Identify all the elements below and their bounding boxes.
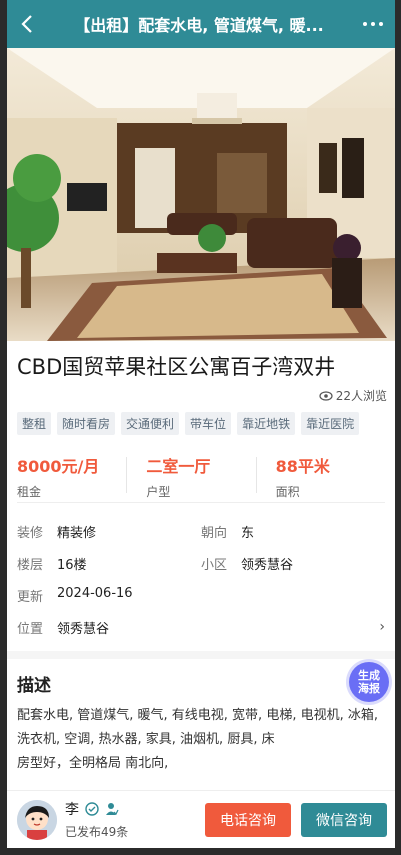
section-divider bbox=[7, 651, 395, 659]
owner-name-row: 李 bbox=[65, 799, 205, 819]
floor-label: 楼层 bbox=[17, 557, 44, 573]
location-row[interactable]: 位置 领秀慧谷 › bbox=[17, 611, 385, 643]
bottom-edge bbox=[7, 848, 395, 855]
description-heading: 描述 bbox=[17, 676, 51, 696]
tag: 靠近地铁 bbox=[237, 412, 296, 435]
phone-consult-button[interactable]: 电话咨询 bbox=[205, 802, 291, 837]
layout-label: 户型 bbox=[146, 485, 171, 499]
listing-photo[interactable] bbox=[7, 48, 395, 341]
owner-info: 李 已发布49条 bbox=[65, 799, 205, 840]
top-nav-bar: 【出租】配套水电, 管道煤气, 暖... bbox=[7, 0, 395, 48]
rent-value: 8000元/月 bbox=[17, 457, 100, 476]
view-count-text: 22人浏览 bbox=[335, 389, 387, 403]
rent-stat: 8000元/月 租金 bbox=[17, 453, 126, 502]
community-label: 小区 bbox=[201, 557, 228, 573]
chevron-right-icon: › bbox=[379, 619, 385, 635]
tag: 交通便利 bbox=[121, 412, 180, 435]
rent-label: 租金 bbox=[17, 485, 42, 499]
area-label: 面积 bbox=[275, 485, 300, 499]
tag-list: 整租 随时看房 交通便利 带车位 靠近地铁 靠近医院 bbox=[7, 404, 395, 435]
floor-cell: 楼层 16楼 bbox=[17, 554, 201, 573]
verified-icon bbox=[85, 802, 99, 816]
decor-label: 装修 bbox=[17, 525, 44, 541]
back-icon bbox=[21, 15, 32, 33]
contact-bar: 李 已发布49条 电话咨询 微信咨询 bbox=[7, 790, 395, 848]
facing-label: 朝向 bbox=[201, 525, 228, 541]
more-icon-dot bbox=[379, 22, 383, 26]
eye-icon bbox=[319, 390, 333, 401]
listing-title: CBD国贸苹果社区公寓百子湾双井 bbox=[17, 355, 336, 379]
updated-label: 更新 bbox=[17, 589, 44, 605]
detail-grid: 装修 精装修 朝向 东 楼层 16楼 小区 领秀慧谷 更新 2024-06-16… bbox=[7, 503, 395, 643]
more-icon bbox=[363, 22, 367, 26]
community-cell: 小区 领秀慧谷 bbox=[201, 554, 385, 573]
updated-value: 2024-06-16 bbox=[57, 585, 133, 601]
location-cell: 位置 领秀慧谷 bbox=[17, 618, 379, 637]
listing-content: CBD国贸苹果社区公寓百子湾双井 22人浏览 整租 随时看房 交通便利 带车位 … bbox=[7, 341, 395, 776]
wechat-consult-button[interactable]: 微信咨询 bbox=[301, 802, 387, 837]
avatar-image bbox=[17, 799, 57, 840]
tag: 带车位 bbox=[185, 412, 232, 435]
description-text-2: 房型好，全明格局 南北向, bbox=[17, 756, 169, 771]
key-stats: 8000元/月 租金 二室一厅 户型 88平米 面积 bbox=[17, 435, 385, 503]
area-value: 88平米 bbox=[275, 457, 330, 476]
detail-row: 装修 精装修 朝向 东 bbox=[17, 515, 385, 547]
facing-value: 东 bbox=[241, 525, 255, 541]
avatar[interactable] bbox=[17, 799, 57, 840]
post-count: 已发布49条 bbox=[65, 825, 129, 839]
tag: 靠近医院 bbox=[301, 412, 360, 435]
more-button[interactable] bbox=[351, 0, 395, 48]
page-title: 【出租】配套水电, 管道煤气, 暖... bbox=[74, 16, 324, 35]
location-label: 位置 bbox=[17, 621, 44, 637]
description-text: 配套水电, 管道煤气, 暖气, 有线电视, 宽带, 电梯, 电视机, 冰箱, 洗… bbox=[17, 708, 378, 747]
owner-name: 李 bbox=[65, 802, 79, 818]
back-button[interactable] bbox=[7, 0, 47, 48]
layout-value: 二室一厅 bbox=[146, 457, 211, 476]
floor-value: 16楼 bbox=[57, 557, 87, 573]
poster-label-2: 海报 bbox=[358, 682, 380, 695]
poster-label-1: 生成 bbox=[358, 669, 380, 682]
view-count: 22人浏览 bbox=[7, 381, 395, 404]
more-icon-dot bbox=[371, 22, 375, 26]
user-check-icon bbox=[106, 803, 119, 816]
location-value: 领秀慧谷 bbox=[57, 621, 110, 637]
decor-value: 精装修 bbox=[57, 525, 97, 541]
area-stat: 88平米 面积 bbox=[255, 453, 385, 502]
updated-cell: 更新 2024-06-16 bbox=[17, 586, 385, 605]
layout-stat: 二室一厅 户型 bbox=[126, 453, 255, 502]
facing-cell: 朝向 东 bbox=[201, 522, 385, 541]
generate-poster-button[interactable]: 生成 海报 bbox=[349, 662, 389, 702]
description-section: 描述 配套水电, 管道煤气, 暖气, 有线电视, 宽带, 电梯, 电视机, 冰箱… bbox=[7, 659, 395, 776]
tag: 随时看房 bbox=[57, 412, 116, 435]
detail-row: 楼层 16楼 小区 领秀慧谷 bbox=[17, 547, 385, 579]
tag: 整租 bbox=[17, 412, 52, 435]
detail-row: 更新 2024-06-16 bbox=[17, 579, 385, 611]
living-room-image bbox=[7, 48, 395, 341]
decor-cell: 装修 精装修 bbox=[17, 522, 201, 541]
app-frame: 【出租】配套水电, 管道煤气, 暖... CBD国贸苹果社区公寓百子湾双井 22… bbox=[7, 0, 395, 855]
community-value: 领秀慧谷 bbox=[241, 557, 294, 573]
